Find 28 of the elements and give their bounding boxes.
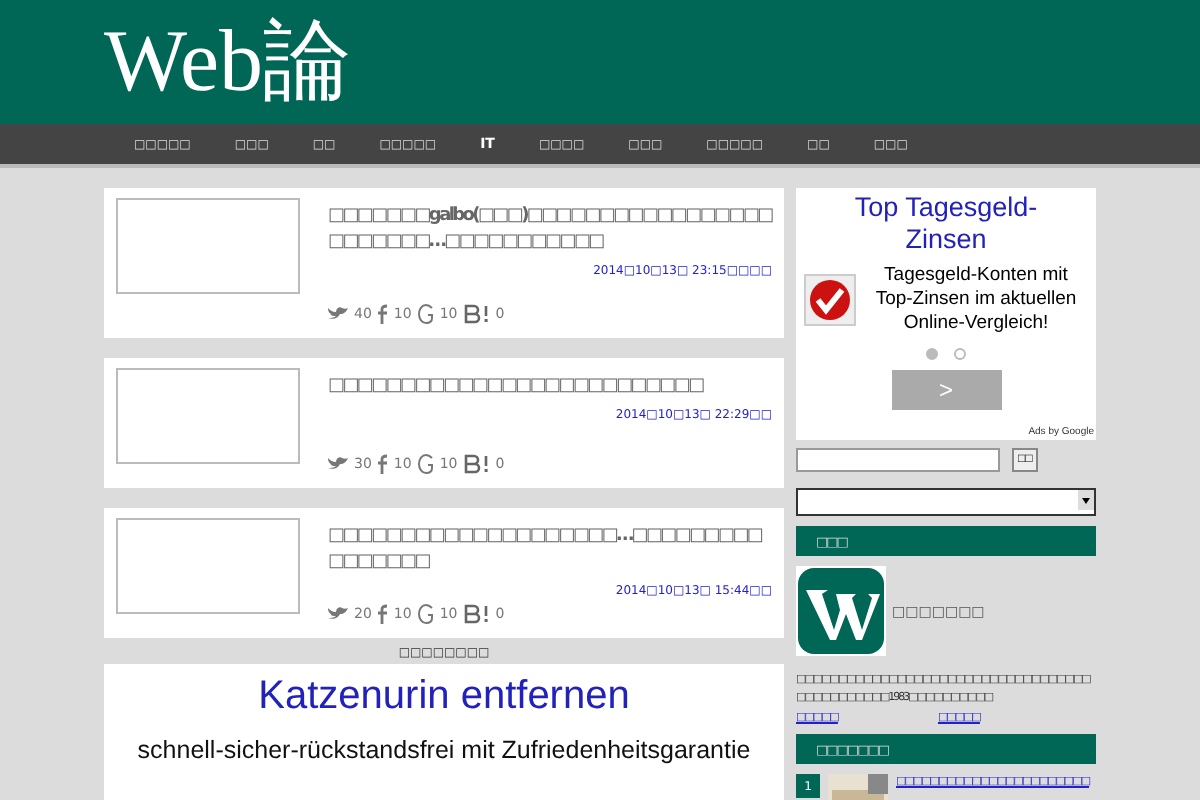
ad-text: Tagesgeld-Konten mit Top-Zinsen im aktuellen Online-Vergleich! [873, 264, 1079, 336]
bookmark-icon[interactable] [463, 604, 490, 624]
checkmark-icon [804, 274, 856, 326]
bird-icon[interactable] [328, 306, 348, 322]
post-title[interactable]: □□□□□□□□□□□□□□□□□□□□…□□□□□□□□□□□□□□□□ [328, 524, 772, 576]
ad-title[interactable]: Katzenurin entfernen [258, 674, 630, 720]
bird-icon[interactable] [328, 606, 348, 622]
f-icon[interactable] [377, 454, 388, 474]
bookmark-icon[interactable] [463, 304, 490, 324]
g-icon[interactable] [417, 604, 434, 624]
page-dot[interactable] [926, 348, 938, 360]
bird-icon[interactable] [328, 456, 348, 472]
page-dot[interactable] [954, 348, 966, 360]
search-field[interactable] [796, 448, 1000, 472]
ad-text: schnell-sicher-rückstandsfrei mit Zufriedenheitsgarantie [137, 736, 751, 764]
site-logo[interactable]: Web論 [104, 18, 352, 106]
ad-banner[interactable]: Katzenurin entfernen schnell-sicher-rückstandsfrei mit Zufriedenheitsgarantie [104, 664, 784, 800]
caret-icon[interactable] [1078, 490, 1094, 510]
post-title[interactable]: □□□□□□□galbo(□□□)□□□□□□□□□□□□□□□□□□□□□□□□…□□□□□□□□□□□ [328, 204, 772, 256]
bookmark-icon[interactable] [463, 454, 490, 474]
dropdown[interactable] [796, 488, 1096, 516]
f-icon[interactable] [377, 604, 388, 624]
post-title[interactable]: □□□□□□□□□□□□□□□□□□□□□□□□□□ [328, 374, 772, 400]
logo-icon [796, 566, 886, 656]
f-icon[interactable] [377, 304, 388, 324]
g-icon[interactable] [417, 304, 434, 324]
ad-title[interactable]: Top Tagesgeld-Zinsen [796, 192, 1096, 256]
g-icon[interactable] [417, 454, 434, 474]
